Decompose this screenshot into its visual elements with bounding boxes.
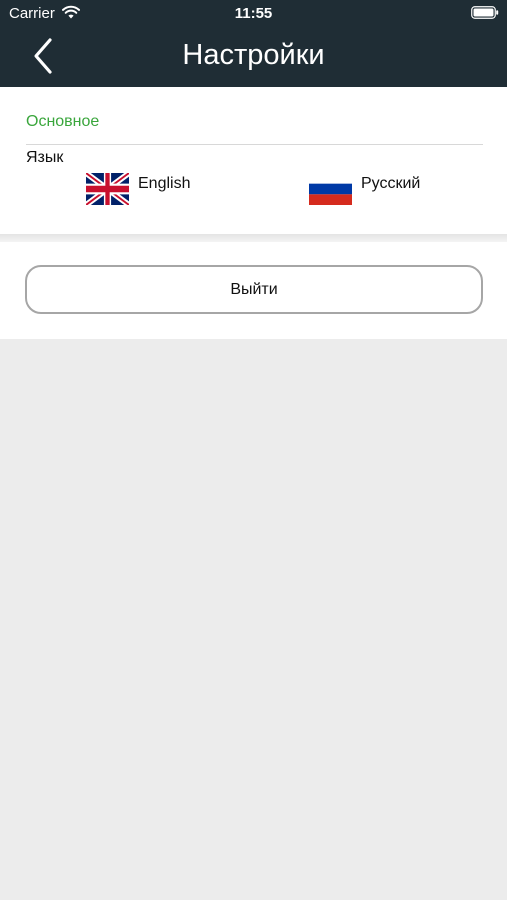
page-title: Настройки (182, 39, 325, 71)
logout-button[interactable]: Выйти (25, 265, 483, 314)
logout-area: Выйти (0, 242, 507, 339)
section-title: Основное (26, 113, 100, 130)
battery-icon (471, 6, 499, 19)
uk-flag-icon (86, 173, 129, 205)
settings-screen: Carrier 11:55 Настройки Основное Язык En… (0, 0, 507, 900)
language-name: Русский (361, 175, 421, 192)
status-time: 11:55 (234, 5, 273, 22)
language-label: Язык (26, 149, 64, 166)
general-section: Основное Язык English Русский (0, 87, 507, 234)
language-option-english[interactable]: English (86, 171, 226, 207)
language-name: English (138, 175, 191, 192)
navigation-bar: Настройки (0, 28, 507, 87)
russia-flag-icon (309, 173, 352, 205)
app-header: Carrier 11:55 Настройки (0, 0, 507, 87)
divider (26, 144, 483, 145)
language-option-russian[interactable]: Русский (309, 171, 449, 207)
section-separator (0, 234, 507, 242)
status-bar: Carrier 11:55 (0, 0, 507, 28)
